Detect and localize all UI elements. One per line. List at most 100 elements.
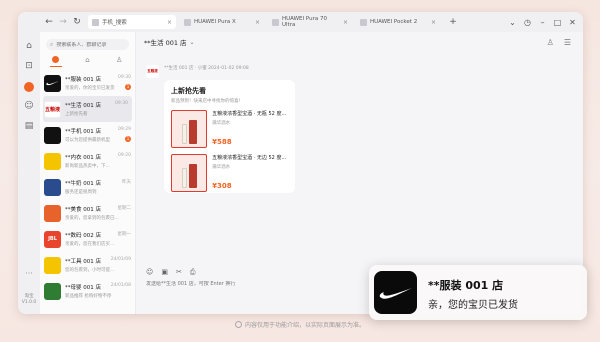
browser-tab[interactable]: HUAWEI Pura X ×: [180, 15, 264, 29]
chat-preview: 亲爱的，您在我们店买...: [65, 242, 115, 247]
product-price: ¥308: [212, 182, 232, 190]
tab-label: 手机_搜索: [102, 20, 127, 26]
card-subtitle: 新品预到！快来店中寻找你的惊喜！: [171, 99, 243, 104]
avatar: [44, 74, 61, 92]
browser-tab-bar: ← → ↻ 手机_搜索 × HUAWEI Pura X × HUAWEI Pura 70…: [18, 12, 583, 32]
compose-toolbar: ☺ ▣ ✂ ⎙: [146, 268, 195, 277]
new-tab-button[interactable]: +: [446, 12, 460, 32]
order-icon[interactable]: ▤: [23, 120, 35, 132]
chat-time: 09:20: [118, 153, 131, 158]
swoosh-icon: [374, 271, 417, 314]
tab-close-icon[interactable]: ×: [255, 19, 260, 26]
info-icon: [234, 321, 242, 328]
chat-list-item[interactable]: **服装 001 店亲爱的，你的宝贝已发货 09:30 1: [40, 70, 135, 96]
filter-underline: [50, 66, 62, 67]
refresh-icon[interactable]: ↻: [70, 12, 84, 32]
chat-preview: 新品推荐 抢购好物不停: [65, 294, 112, 299]
browser-tab[interactable]: HUAWEI Pura 70 Ultra ×: [268, 15, 352, 29]
minimize-icon[interactable]: –: [536, 18, 549, 27]
avatar: 五粮液: [44, 100, 61, 118]
avatar: JBL: [44, 230, 61, 248]
avatar: [44, 282, 61, 300]
tab-close-icon[interactable]: ×: [431, 19, 436, 26]
chat-preview: 您的包裹到，小时可提...: [65, 268, 115, 273]
unread-badge: 1: [125, 136, 131, 142]
emoji-icon[interactable]: ☺: [146, 268, 153, 277]
filter-shop-tab[interactable]: ⌂: [80, 56, 94, 64]
avatar: [44, 178, 61, 196]
image-icon[interactable]: ▣: [161, 268, 168, 277]
cart-icon[interactable]: ⊡: [23, 60, 35, 72]
filter-all-icon: [52, 55, 60, 63]
scissors-icon[interactable]: ✂: [176, 268, 182, 277]
chat-list-item[interactable]: JBL **数码 002 店亲爱的，您在我们店买... 星期一: [40, 226, 135, 252]
clock-icon[interactable]: ◷: [521, 18, 534, 27]
chat-time: 24/01/08: [110, 283, 131, 288]
disclaimer-text: 内容仅用于功能介绍，以实际页面展示为准。: [244, 322, 365, 329]
home-icon[interactable]: ⌂: [23, 40, 35, 52]
product-price: ¥588: [212, 138, 232, 146]
chat-list-item[interactable]: **工具 001 店您的包裹到，小时可提... 24/01/09: [40, 252, 135, 278]
left-rail: ⌂ ⊡ ☺ ▤ ··· 淘宝 V1.0.0: [18, 32, 40, 314]
more-options-icon[interactable]: ☰: [564, 38, 571, 47]
tab-close-icon[interactable]: ×: [167, 19, 172, 26]
file-icon[interactable]: ⎙: [190, 268, 196, 277]
filter-all-tab[interactable]: [49, 55, 63, 65]
card-title: 上新抢先看: [171, 87, 206, 95]
chat-preview: 可以为您提供最新机型: [65, 138, 110, 143]
browser-tab[interactable]: HUAWEI Pocket 2 ×: [356, 15, 440, 29]
tab-favicon-icon: [92, 18, 99, 26]
close-icon[interactable]: ✕: [566, 18, 579, 27]
maximize-icon[interactable]: □: [551, 18, 564, 27]
chat-list-item[interactable]: **母婴 001 店新品推荐 抢购好物不停 24/01/08: [40, 278, 135, 304]
tab-favicon-icon: [184, 18, 191, 26]
product-item[interactable]: 五粮液浓香型宝酒 · 无边 52 度... 蒲华酒水 ¥308: [171, 154, 288, 192]
chat-time: 星期一: [117, 232, 132, 237]
chevron-down-icon[interactable]: ⌄: [190, 39, 195, 46]
chat-list-item[interactable]: **内衣 001 店新尚新品热卖中，下... 09:20: [40, 148, 135, 174]
search-icon: ⌕: [50, 40, 54, 48]
search-input[interactable]: [56, 41, 129, 48]
gift-box-icon: [188, 164, 197, 188]
product-item[interactable]: 五粮液浓香型宝酒 · 无瓶 52 度... 蒲华酒水 ¥588: [171, 110, 288, 148]
filter-tabs: ⌂ ♙: [40, 54, 135, 66]
filter-people-tab[interactable]: ♙: [112, 56, 126, 64]
chat-time: 09:29: [118, 127, 131, 132]
chat-header-actions: ♙ ☰: [547, 38, 583, 47]
tab-close-icon[interactable]: ×: [343, 19, 348, 26]
chat-header: **生活 001 店 ⌄ ♙ ☰: [136, 32, 583, 52]
more-icon[interactable]: ···: [25, 269, 33, 278]
browser-tab[interactable]: 手机_搜索 ×: [88, 15, 176, 29]
product-name: 五粮液浓香型宝酒 · 无边 52 度...: [212, 155, 287, 161]
chat-preview: 新尚新品热卖中，下...: [65, 164, 110, 169]
search-box[interactable]: ⌕: [46, 39, 129, 50]
chat-list-item[interactable]: **美食 001 店亲爱的，您拿到的包裹已... 星期二: [40, 200, 135, 226]
avatar: [44, 256, 61, 274]
back-icon[interactable]: ←: [42, 12, 56, 32]
avatar: [44, 126, 61, 144]
forward-icon[interactable]: →: [56, 12, 70, 32]
chat-list-item[interactable]: **手机 001 店可以为您提供最新机型 09:29 1: [40, 122, 135, 148]
tab-label: HUAWEI Pocket 2: [370, 19, 418, 25]
user-icon[interactable]: ☺: [23, 100, 35, 112]
product-image: [171, 110, 208, 148]
avatar: [44, 204, 61, 222]
tab-label: HUAWEI Pura 70 Ultra: [282, 16, 327, 28]
product-store: 蒲华酒水: [212, 165, 231, 170]
chat-name: **牛奶 001 店: [65, 181, 101, 187]
promo-card[interactable]: 上新抢先看 新品预到！快来店中寻找你的惊喜！ 五粮液浓香型宝酒 · 无瓶 52 …: [164, 80, 295, 193]
chat-time: 昨天: [122, 180, 131, 185]
tab-favicon-icon: [360, 18, 367, 26]
chat-time: 星期二: [117, 206, 132, 211]
notification-toast[interactable]: **服装 001 店 亲，您的宝贝已发货: [369, 265, 587, 320]
disclaimer: 内容仅用于功能介绍，以实际页面展示为准。: [0, 320, 600, 329]
bottle-icon: [181, 168, 187, 188]
profile-icon[interactable]: ♙: [547, 38, 554, 47]
chat-preview: 亲爱的，您拿到的包裹已...: [65, 216, 119, 221]
toast-title: **服装 001 店: [428, 279, 504, 292]
gift-box-icon: [188, 120, 197, 144]
messages-icon[interactable]: [24, 82, 34, 92]
chat-list-item[interactable]: 五粮液 **生活 001 店上新抢先看 09:30: [43, 96, 132, 122]
dropdown-icon[interactable]: ⌄: [506, 18, 519, 27]
chat-list-item[interactable]: **牛奶 001 店服务还是很周到 昨天: [40, 174, 135, 200]
